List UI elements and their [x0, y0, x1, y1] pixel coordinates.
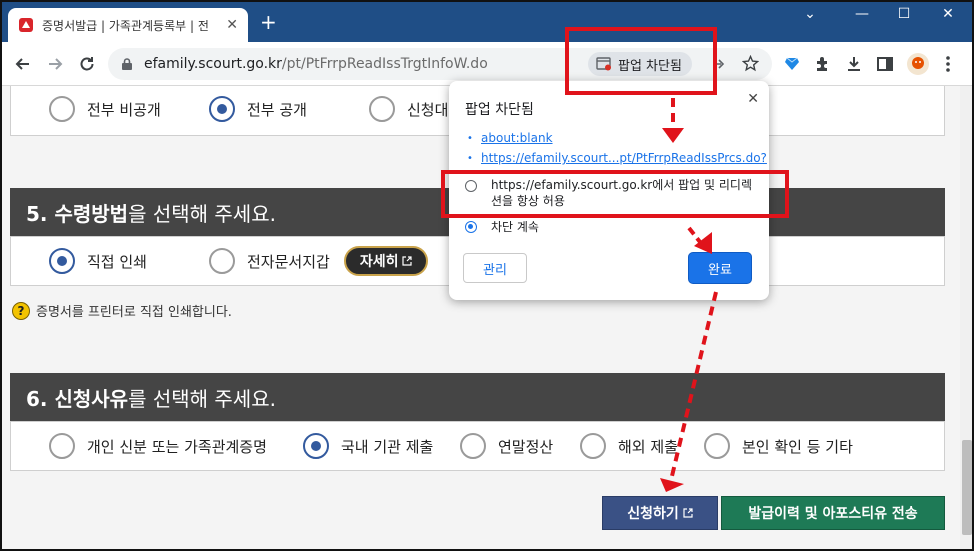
- radio-label: 연말정산: [498, 437, 554, 456]
- browser-toolbar: efamily.scourt.go.kr/pt/PtFrrpReadIssTrg…: [0, 42, 974, 86]
- reason-option-domestic[interactable]: 국내 기관 제출: [303, 433, 460, 459]
- blocked-link-1[interactable]: about:blank: [481, 131, 553, 145]
- apply-button-label: 신청하기: [627, 506, 679, 522]
- blocked-link-2[interactable]: https://efamily.scourt...pt/PtFrrpReadIs…: [481, 151, 767, 165]
- radio-label: 신청대: [407, 100, 449, 119]
- extension-gem-icon[interactable]: [782, 54, 802, 74]
- receive-note-text: 증명서를 프린터로 직접 인쇄합니다.: [36, 305, 232, 320]
- radio-button[interactable]: [49, 96, 75, 122]
- disclosure-option-none[interactable]: 전부 비공개: [49, 96, 209, 122]
- apply-button[interactable]: 신청하기: [602, 496, 718, 530]
- forward-button[interactable]: [44, 53, 66, 75]
- radio-label: 전부 비공개: [87, 100, 161, 119]
- star-icon[interactable]: [742, 55, 759, 72]
- external-link-icon: [402, 256, 413, 266]
- radio-button-checked[interactable]: [209, 96, 235, 122]
- profile-avatar-icon[interactable]: [906, 52, 930, 76]
- receive-option-wallet[interactable]: 전자문서지갑: [209, 248, 330, 274]
- section-5-title-bold: 5. 수령방법: [26, 201, 129, 226]
- done-button-label: 완료: [708, 262, 732, 278]
- reason-option-family[interactable]: 개인 신분 또는 가족관계증명: [49, 433, 303, 459]
- radio-label: 해외 제출: [618, 437, 678, 456]
- url-path: /pt/PtFrrpReadIssTrgtInfoW.do: [281, 56, 488, 72]
- radio-button[interactable]: [209, 248, 235, 274]
- maximize-button[interactable]: ☐: [894, 6, 914, 22]
- new-tab-button[interactable]: +: [260, 12, 277, 32]
- disclosure-option-all[interactable]: 전부 공개: [209, 96, 369, 122]
- tab-close-icon[interactable]: ✕: [226, 17, 238, 33]
- section-5-title-rest: 을 선택해 주세요.: [128, 201, 276, 226]
- close-icon[interactable]: ✕: [747, 91, 759, 107]
- reason-option-abroad[interactable]: 해외 제출: [580, 433, 704, 459]
- court-favicon-icon: [19, 18, 33, 32]
- section-6-header: 6. 신청사유 를 선택해 주세요.: [10, 373, 945, 421]
- dialog-title: 팝업 차단됨: [465, 102, 534, 118]
- section-6-title-bold: 6. 신청사유: [26, 386, 129, 411]
- radio-label: 전자문서지갑: [247, 252, 330, 271]
- radio-button[interactable]: [704, 433, 730, 459]
- close-window-button[interactable]: ✕: [938, 6, 958, 22]
- radio-label: 직접 인쇄: [87, 252, 147, 271]
- radio-button[interactable]: [49, 433, 75, 459]
- section-6-title-rest: 를 선택해 주세요.: [128, 386, 276, 411]
- history-button-label: 발급이력 및 아포스티유 전송: [748, 506, 918, 522]
- sidepanel-icon[interactable]: [875, 54, 895, 74]
- bullet-icon: •: [467, 153, 473, 164]
- url-host: efamily.scourt.go.kr: [144, 56, 282, 72]
- radio-button[interactable]: [369, 96, 395, 122]
- tab-active[interactable]: 증명서발급 | 가족관계등록부 | 전 ✕: [8, 8, 248, 42]
- scrollbar-thumb[interactable]: [962, 440, 972, 535]
- minimize-button[interactable]: —: [852, 6, 872, 22]
- radio-label: 전부 공개: [247, 100, 307, 119]
- back-button[interactable]: [12, 53, 34, 75]
- question-icon: ?: [12, 301, 30, 320]
- detail-button-label: 자세히: [359, 254, 399, 270]
- annotation-box-allow-option: [441, 170, 789, 218]
- radio-button-checked[interactable]: [303, 433, 329, 459]
- radio-label: 국내 기관 제출: [341, 437, 434, 456]
- manage-button-label: 관리: [483, 262, 507, 278]
- done-button[interactable]: 완료: [689, 253, 751, 283]
- annotation-box-chip: [565, 27, 717, 95]
- download-icon[interactable]: [844, 54, 864, 74]
- receive-note: ? 증명서를 프린터로 직접 인쇄합니다.: [12, 301, 232, 320]
- tab-title: 증명서발급 | 가족관계등록부 | 전: [42, 18, 209, 33]
- lock-icon[interactable]: [120, 57, 134, 71]
- reason-option-tax[interactable]: 연말정산: [460, 433, 580, 459]
- tab-strip: 증명서발급 | 가족관계등록부 | 전 ✕ + ⌄ — ☐ ✕: [0, 0, 974, 42]
- kebab-menu-icon[interactable]: [938, 54, 958, 74]
- radio-button-checked[interactable]: [49, 248, 75, 274]
- back-arrow-icon: [15, 58, 29, 70]
- radio-button[interactable]: [460, 433, 486, 459]
- puzzle-icon[interactable]: [813, 54, 833, 74]
- reason-options-row: 개인 신분 또는 가족관계증명 국내 기관 제출 연말정산 해외 제출 본인 확…: [10, 421, 945, 471]
- external-link-icon: [683, 508, 693, 518]
- tab-search-chevron-icon[interactable]: ⌄: [800, 6, 820, 22]
- reload-button[interactable]: [76, 53, 98, 75]
- radio-keep-blocking[interactable]: [465, 221, 477, 233]
- radio-button[interactable]: [580, 433, 606, 459]
- detail-button[interactable]: 자세히: [343, 246, 429, 276]
- reason-option-other[interactable]: 본인 확인 등 기타: [704, 433, 853, 459]
- manage-button[interactable]: 관리: [463, 253, 527, 283]
- forward-arrow-icon: [49, 58, 63, 70]
- radio-label: 개인 신분 또는 가족관계증명: [87, 437, 267, 456]
- history-apostille-button[interactable]: 발급이력 및 아포스티유 전송: [721, 496, 945, 530]
- radio-label: 본인 확인 등 기타: [742, 437, 853, 456]
- option-keep-blocking-label[interactable]: 차단 계속: [491, 219, 539, 235]
- bullet-icon: •: [467, 133, 473, 144]
- receive-option-print[interactable]: 직접 인쇄: [49, 248, 209, 274]
- reload-icon: [80, 57, 94, 71]
